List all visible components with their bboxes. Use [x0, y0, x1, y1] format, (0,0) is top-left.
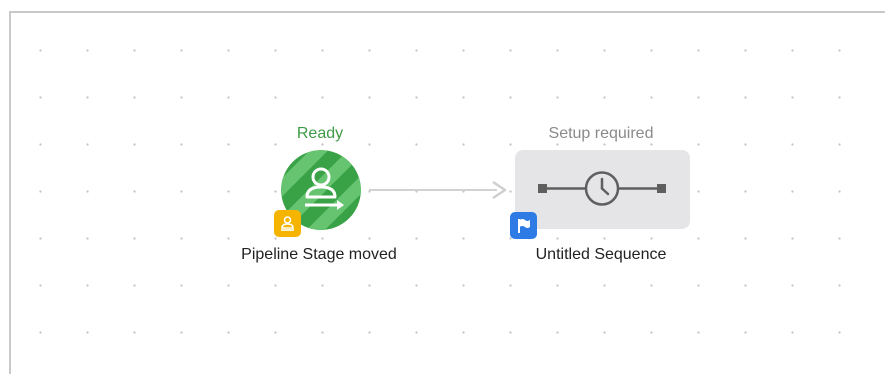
person-badge-icon — [274, 210, 301, 237]
workflow-canvas[interactable]: Ready Pipeline Stage moved Setup require… — [9, 11, 885, 374]
sequence-node[interactable] — [515, 150, 690, 229]
connector-arrow — [369, 180, 507, 200]
sequence-status-label: Setup required — [548, 125, 654, 142]
trigger-status-label: Ready — [296, 125, 344, 142]
sequence-title: Untitled Sequence — [535, 246, 667, 263]
clock-timeline-icon — [538, 171, 666, 206]
trigger-title: Pipeline Stage moved — [241, 246, 397, 263]
flag-icon — [510, 212, 537, 239]
